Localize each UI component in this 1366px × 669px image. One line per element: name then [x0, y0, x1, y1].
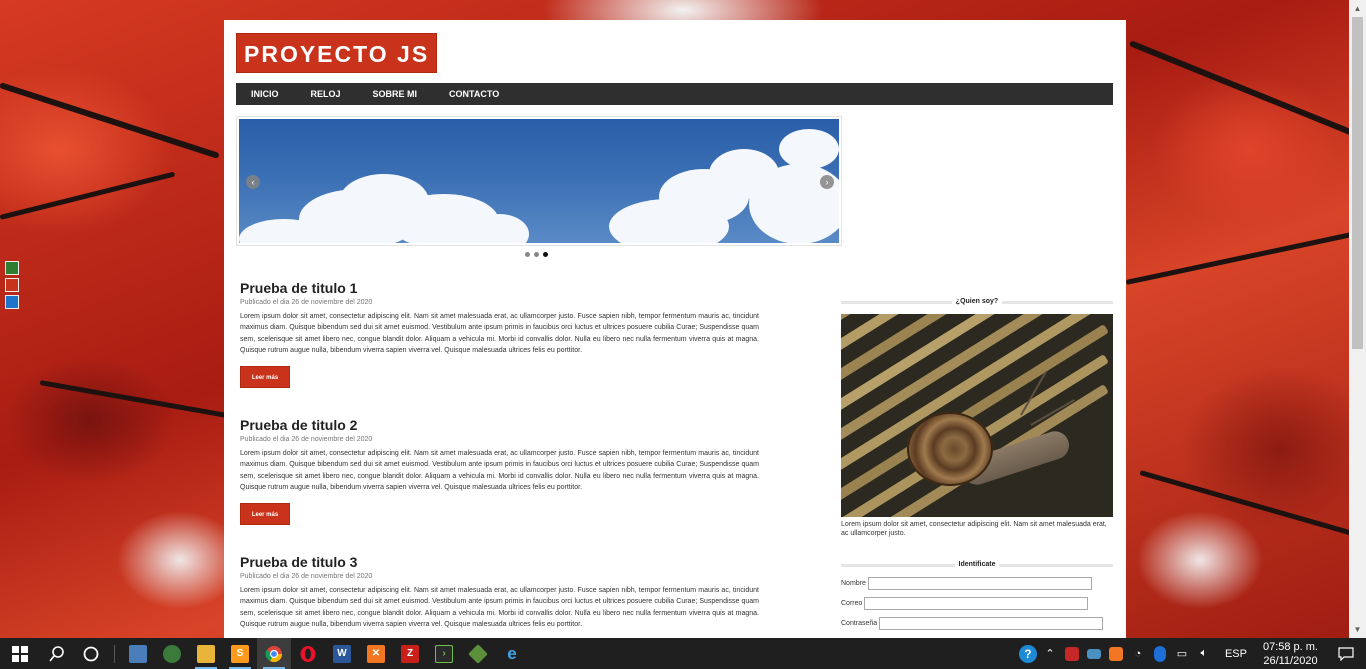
windows-taskbar: S W ✕ Z › e ? ⌃ ◔ ▭ 🔈︎ ESP 07:58 p. m. 2… [0, 638, 1366, 669]
article: Prueba de titulo 3 Publicado el dia 26 d… [240, 554, 759, 630]
article-body: Lorem ipsum dolor sit amet, consectetur … [240, 450, 759, 491]
start-icon[interactable] [0, 638, 40, 669]
git-icon[interactable] [461, 638, 495, 669]
article-title[interactable]: Prueba de titulo 3 [240, 554, 759, 570]
nav-item-contacto[interactable]: CONTACTO [449, 89, 499, 99]
cortana-icon[interactable] [74, 638, 108, 669]
article-title[interactable]: Prueba de titulo 1 [240, 280, 759, 296]
nombre-field[interactable] [867, 577, 1092, 590]
site-logo[interactable]: PROYECTO JS [236, 33, 438, 73]
help-icon[interactable]: ? [1017, 638, 1039, 669]
article-title[interactable]: Prueba de titulo 2 [240, 417, 759, 433]
chevron-up-icon[interactable]: ⌃ [1039, 638, 1061, 669]
scroll-down-icon[interactable]: ▼ [1349, 621, 1366, 638]
form-row-correo: Correo [841, 597, 1113, 610]
language-indicator[interactable]: ESP [1225, 648, 1247, 660]
clock-time: 07:58 p. m. [1262, 640, 1318, 653]
nombre-label: Nombre [841, 580, 866, 587]
correo-field[interactable] [864, 597, 1089, 610]
contrasena-field[interactable] [879, 617, 1104, 630]
volume-icon[interactable]: 🔈︎ [1193, 638, 1215, 669]
slider-dots [525, 252, 548, 257]
file-explorer-icon[interactable] [189, 638, 223, 669]
article-meta: Publicado el dia 26 de noviembre del 202… [240, 299, 373, 306]
slider-dot-active[interactable] [543, 252, 548, 257]
sublime-text-icon[interactable]: S [223, 638, 257, 669]
search-icon[interactable] [40, 638, 74, 669]
slider-dot[interactable] [525, 252, 530, 257]
scroll-thumb[interactable] [1352, 17, 1363, 349]
read-more-button[interactable]: Leer más [240, 366, 290, 389]
slider-dot[interactable] [534, 252, 539, 257]
scroll-up-icon[interactable]: ▲ [1349, 0, 1366, 17]
virtualbox-icon[interactable] [121, 638, 155, 669]
battery-icon[interactable]: ▭ [1171, 638, 1193, 669]
page-container: PROYECTO JS INICIO RELOJ SOBRE MI CONTAC… [224, 20, 1126, 640]
image-slider: ‹ › [236, 116, 842, 246]
arrow-right-icon[interactable]: › [820, 175, 834, 189]
form-row-nombre: Nombre [841, 577, 1113, 590]
contrasena-label: Contraseña [841, 620, 878, 627]
nav-item-reloj[interactable]: RELOJ [311, 89, 341, 99]
about-heading: ¿Quien soy? [841, 297, 1113, 307]
theme-swatch-green[interactable] [5, 261, 19, 275]
xampp-icon[interactable]: ✕ [359, 638, 393, 669]
wifi-icon[interactable]: ◔ [1127, 638, 1149, 669]
article-meta: Publicado el dia 26 de noviembre del 202… [240, 436, 373, 443]
notifications-icon[interactable] [1326, 638, 1366, 669]
system-tray: ? ⌃ ◔ ▭ 🔈︎ ESP 07:58 p. m. 26/11/2020 [1017, 638, 1366, 669]
sidebar: ¿Quien soy? Lorem ipsum dolor sit amet, … [841, 297, 1113, 630]
form-row-contrasena: Contraseña [841, 617, 1113, 630]
article: Prueba de titulo 2 Publicado el dia 26 d… [240, 417, 759, 526]
article-body: Lorem ipsum dolor sit amet, consectetur … [240, 587, 759, 628]
page-scrollbar[interactable]: ▲ ▼ [1349, 0, 1366, 638]
theme-swatch-blue[interactable] [5, 295, 19, 309]
correo-label: Correo [841, 600, 863, 607]
read-more-button[interactable]: Leer más [240, 503, 290, 526]
theme-swatch-red[interactable] [5, 278, 19, 292]
word-icon[interactable]: W [325, 638, 359, 669]
slide-image-sky [239, 119, 839, 243]
antivirus-icon[interactable] [1061, 638, 1083, 669]
login-heading: Identificate [841, 560, 1113, 570]
chrome-icon[interactable] [257, 638, 291, 669]
article-body: Lorem ipsum dolor sit amet, consectetur … [240, 313, 759, 354]
app-icon[interactable] [155, 638, 189, 669]
cloud-sync-icon[interactable] [1083, 638, 1105, 669]
filezilla-icon[interactable]: Z [393, 638, 427, 669]
arrow-left-icon[interactable]: ‹ [246, 175, 260, 189]
internet-explorer-icon[interactable]: e [495, 638, 529, 669]
clock[interactable]: 07:58 p. m. 26/11/2020 [1263, 640, 1318, 668]
nav-item-sobre-mi[interactable]: SOBRE MI [373, 89, 418, 99]
xampp-tray-icon[interactable] [1105, 638, 1127, 669]
article: Prueba de titulo 1 Publicado el dia 26 d… [240, 280, 759, 389]
main-nav: INICIO RELOJ SOBRE MI CONTACTO [236, 83, 1113, 105]
about-caption: Lorem ipsum dolor sit amet, consectetur … [841, 521, 1107, 537]
opera-icon[interactable] [291, 638, 325, 669]
nav-item-inicio[interactable]: INICIO [251, 89, 279, 99]
clock-date: 26/11/2020 [1263, 654, 1318, 667]
article-meta: Publicado el dia 26 de noviembre del 202… [240, 573, 373, 580]
terminal-icon[interactable]: › [427, 638, 461, 669]
bluetooth-icon[interactable] [1149, 638, 1171, 669]
about-image-snail [841, 314, 1113, 517]
